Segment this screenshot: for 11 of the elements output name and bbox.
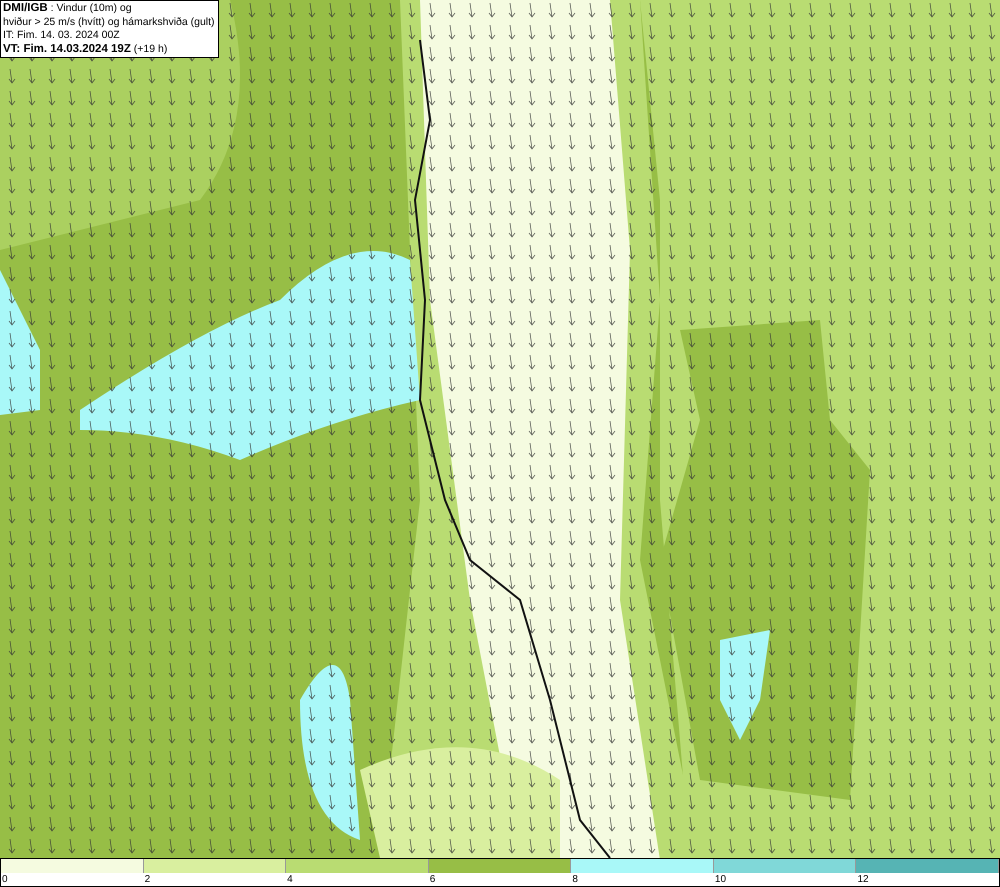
info-text: hviður > 25 m/s (hvítt) og hámarkshviða (gult) <box>3 16 215 29</box>
legend-label: 6 <box>428 874 436 885</box>
info-text: IT: Fim. 14. 03. 2024 00Z <box>3 29 121 42</box>
legend-label: 10 <box>714 874 726 885</box>
legend-label: 4 <box>286 874 293 885</box>
legend-label: 0 <box>1 874 8 885</box>
legend-label: 12 <box>856 874 869 885</box>
legend-label: 8 <box>571 874 578 885</box>
legend-label: 2 <box>144 874 150 885</box>
info-text: VT: Fim. 14.03.2024 19Z (+19 h) <box>3 42 168 56</box>
info-text: DMI/IGB : Vindur (10m) og <box>3 2 133 16</box>
